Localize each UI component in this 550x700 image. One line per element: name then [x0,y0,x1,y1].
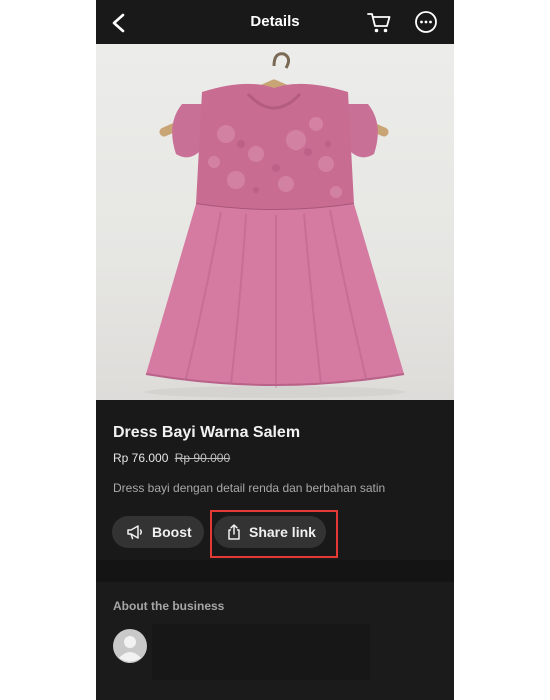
more-options-button[interactable] [414,10,438,34]
share-link-label: Share link [249,524,316,540]
product-info-section: Dress Bayi Warna Salem Rp 76.000 Rp 90.0… [96,400,454,560]
boost-label: Boost [152,524,192,540]
dress-illustration [145,52,405,398]
user-avatar-icon [113,629,147,663]
page-title: Details [250,13,300,30]
section-divider [96,560,454,582]
redacted-business-info [152,624,370,680]
about-business-section: About the business [96,582,454,700]
share-link-button[interactable]: Share link [214,516,326,548]
product-image[interactable] [96,44,454,400]
business-heading: About the business [113,599,225,613]
cart-icon [367,13,391,33]
boost-button[interactable]: Boost [112,516,204,548]
phone-screen: Details Dress Bayi Warna Salem Rp 76.000… [96,0,454,700]
product-description: Dress bayi dengan detail renda dan berba… [113,481,386,495]
more-horizontal-icon [415,11,437,33]
share-icon [228,524,240,540]
original-price: Rp 90.000 [174,451,231,465]
price-row: Rp 76.000 Rp 90.000 [113,451,230,465]
business-avatar[interactable] [113,629,147,663]
product-name: Dress Bayi Warna Salem [113,424,301,441]
top-navigation-bar: Details [96,0,454,44]
megaphone-icon [127,525,142,540]
cart-button[interactable] [366,8,392,36]
product-price: Rp 76.000 [113,451,169,465]
